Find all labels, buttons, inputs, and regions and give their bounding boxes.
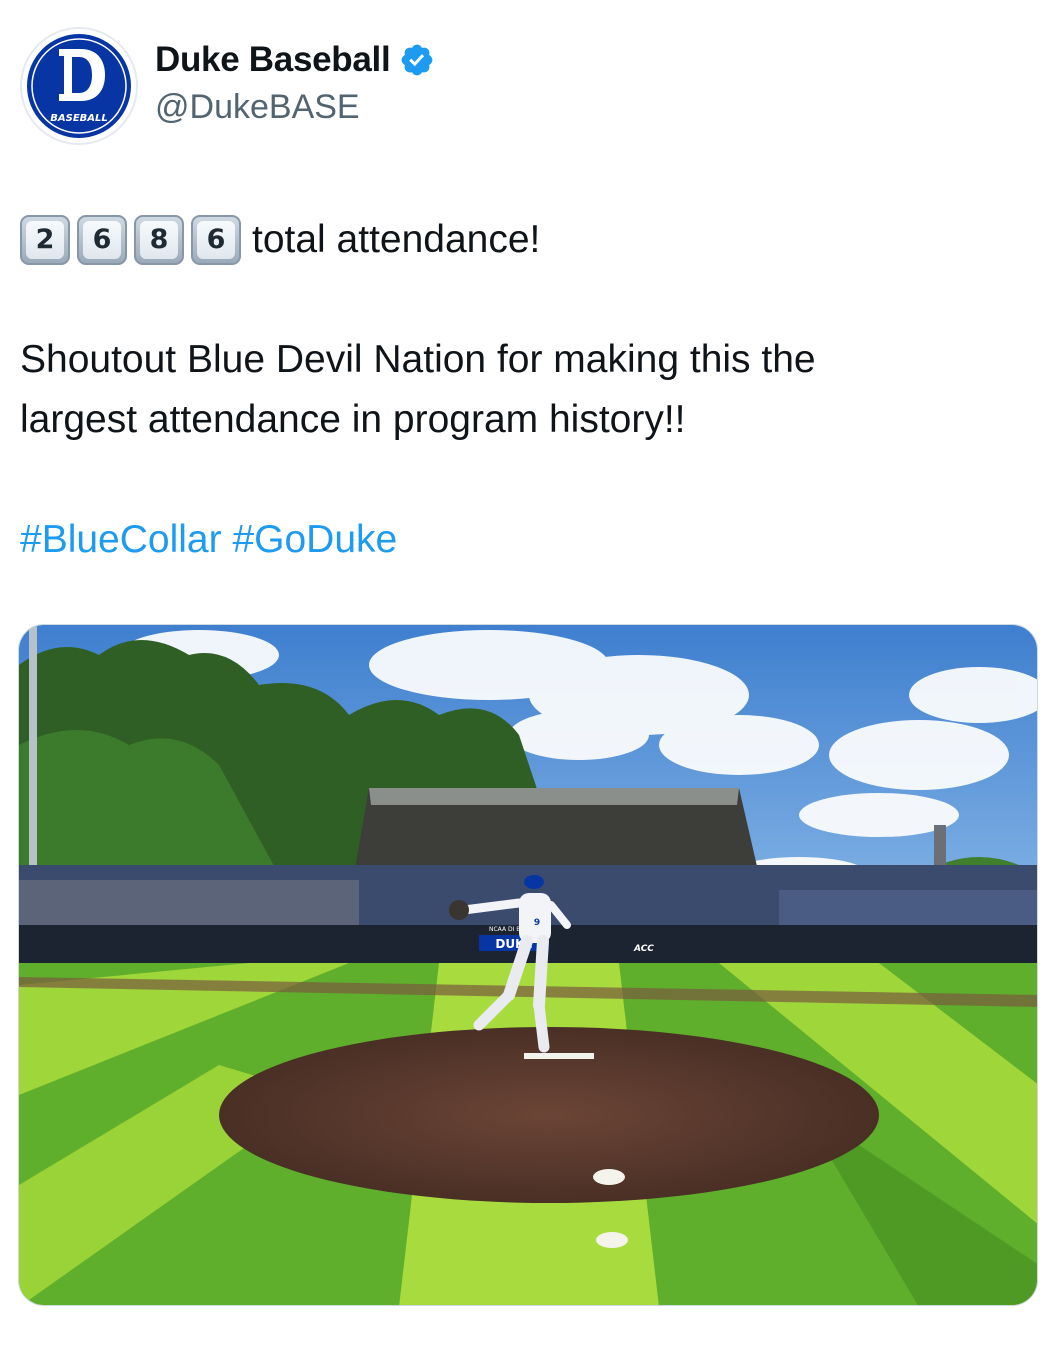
hashtags: #BlueCollar #GoDuke bbox=[20, 510, 1030, 570]
keycap-digit: 8 bbox=[134, 215, 184, 265]
tweet: BASEBALL Duke Baseball @DukeBASE 2 6 8 6… bbox=[0, 0, 1050, 1348]
hashtag-link[interactable]: #GoDuke bbox=[232, 518, 397, 561]
display-name[interactable]: Duke Baseball bbox=[155, 40, 391, 80]
logo-text: BASEBALL bbox=[50, 113, 108, 124]
rosin-bag bbox=[593, 1169, 625, 1185]
keycap-digit: 6 bbox=[77, 215, 127, 265]
rosin-bag bbox=[596, 1232, 628, 1248]
sponsor-text: ACC bbox=[633, 944, 654, 954]
pitching-rubber bbox=[524, 1053, 594, 1059]
paragraph-line: Shoutout Blue Devil Nation for making th… bbox=[20, 338, 816, 381]
duke-logo-icon: BASEBALL bbox=[24, 31, 134, 141]
attendance-line: 2 6 8 6 total attendance! bbox=[20, 210, 1030, 270]
verified-badge-icon[interactable] bbox=[399, 42, 435, 78]
attendance-text: total attendance! bbox=[252, 218, 541, 261]
name-row: Duke Baseball bbox=[155, 40, 435, 80]
baseball-stadium-photo: DUKE NCAA DI BASEBALL ACC 9 bbox=[19, 625, 1037, 1305]
jersey-number: 9 bbox=[534, 918, 540, 928]
paragraph-line: largest attendance in program history!! bbox=[20, 398, 686, 441]
shoutout-paragraph: Shoutout Blue Devil Nation for making th… bbox=[20, 330, 1030, 450]
keycap-digit: 2 bbox=[20, 215, 70, 265]
tweet-text: 2 6 8 6 total attendance! Shoutout Blue … bbox=[20, 210, 1030, 570]
keycap-digit: 6 bbox=[191, 215, 241, 265]
handle[interactable]: @DukeBASE bbox=[155, 88, 360, 127]
hashtag-link[interactable]: #BlueCollar bbox=[20, 518, 222, 561]
avatar[interactable]: BASEBALL bbox=[20, 27, 138, 145]
tweet-photo[interactable]: DUKE NCAA DI BASEBALL ACC 9 bbox=[18, 624, 1038, 1306]
